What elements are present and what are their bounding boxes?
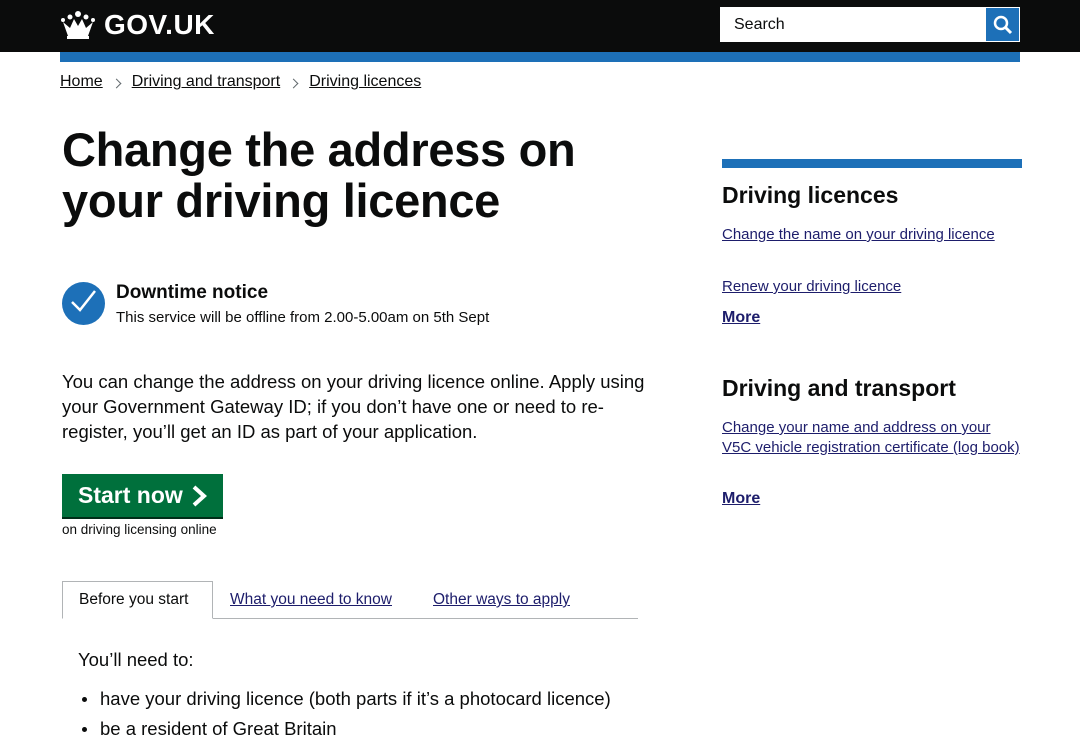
logo-text: GOV.UK [104,9,215,40]
search-icon [993,15,1012,34]
requirements-list: have your driving licence (both parts if… [78,686,611,744]
sidebar-heading-driving-and-transport: Driving and transport [722,375,956,401]
list-item: have your driving licence (both parts if… [78,686,611,716]
chevron-right-icon [111,78,122,88]
notice-text: This service will be offline from 2.00-5… [116,309,490,326]
page-title: Change the address on your driving licen… [62,123,576,227]
search-button[interactable] [985,7,1020,42]
sidebar-more-driving-licences[interactable]: More [722,309,760,327]
breadcrumb-driving-licences[interactable]: Driving licences [309,73,421,91]
tick-icon [62,282,105,325]
sidebar-more-driving-and-transport[interactable]: More [722,490,760,508]
sidebar-link-renew-licence[interactable]: Renew your driving licence [722,277,1022,297]
list-item: be a resident of Great Britain [78,716,611,744]
tab-other-ways-to-apply[interactable]: Other ways to apply [433,581,570,619]
govuk-logo-link[interactable]: GOV.UK [60,9,215,41]
sidebar-blue-bar [722,159,1022,168]
requirements-heading: You’ll need to: [78,649,194,670]
header-blue-bar [60,52,1020,62]
chevron-right-icon [288,78,299,88]
start-now-label: Start now [78,482,183,508]
sidebar-link-change-name[interactable]: Change the name on your driving licence [722,225,1022,245]
sidebar-link-v5c[interactable]: Change your name and address on your V5C… [722,418,1022,458]
start-subtext: on driving licensing online [62,522,217,537]
site-header: GOV.UK [0,0,1080,52]
breadcrumb-home[interactable]: Home [60,73,103,91]
tab-before-you-start[interactable]: Before you start [62,581,213,619]
notice-title: Downtime notice [116,282,269,303]
chevron-right-icon [192,485,207,506]
start-now-button[interactable]: Start now [62,474,223,517]
intro-paragraph: You can change the address on your drivi… [62,371,645,442]
tab-what-you-need-to-know[interactable]: What you need to know [230,581,392,619]
crown-icon [61,11,95,39]
search-input[interactable] [720,7,985,42]
breadcrumb: Home Driving and transport Driving licen… [60,73,421,91]
breadcrumb-driving-and-transport[interactable]: Driving and transport [132,73,281,91]
sidebar-heading-driving-licences: Driving licences [722,182,899,208]
